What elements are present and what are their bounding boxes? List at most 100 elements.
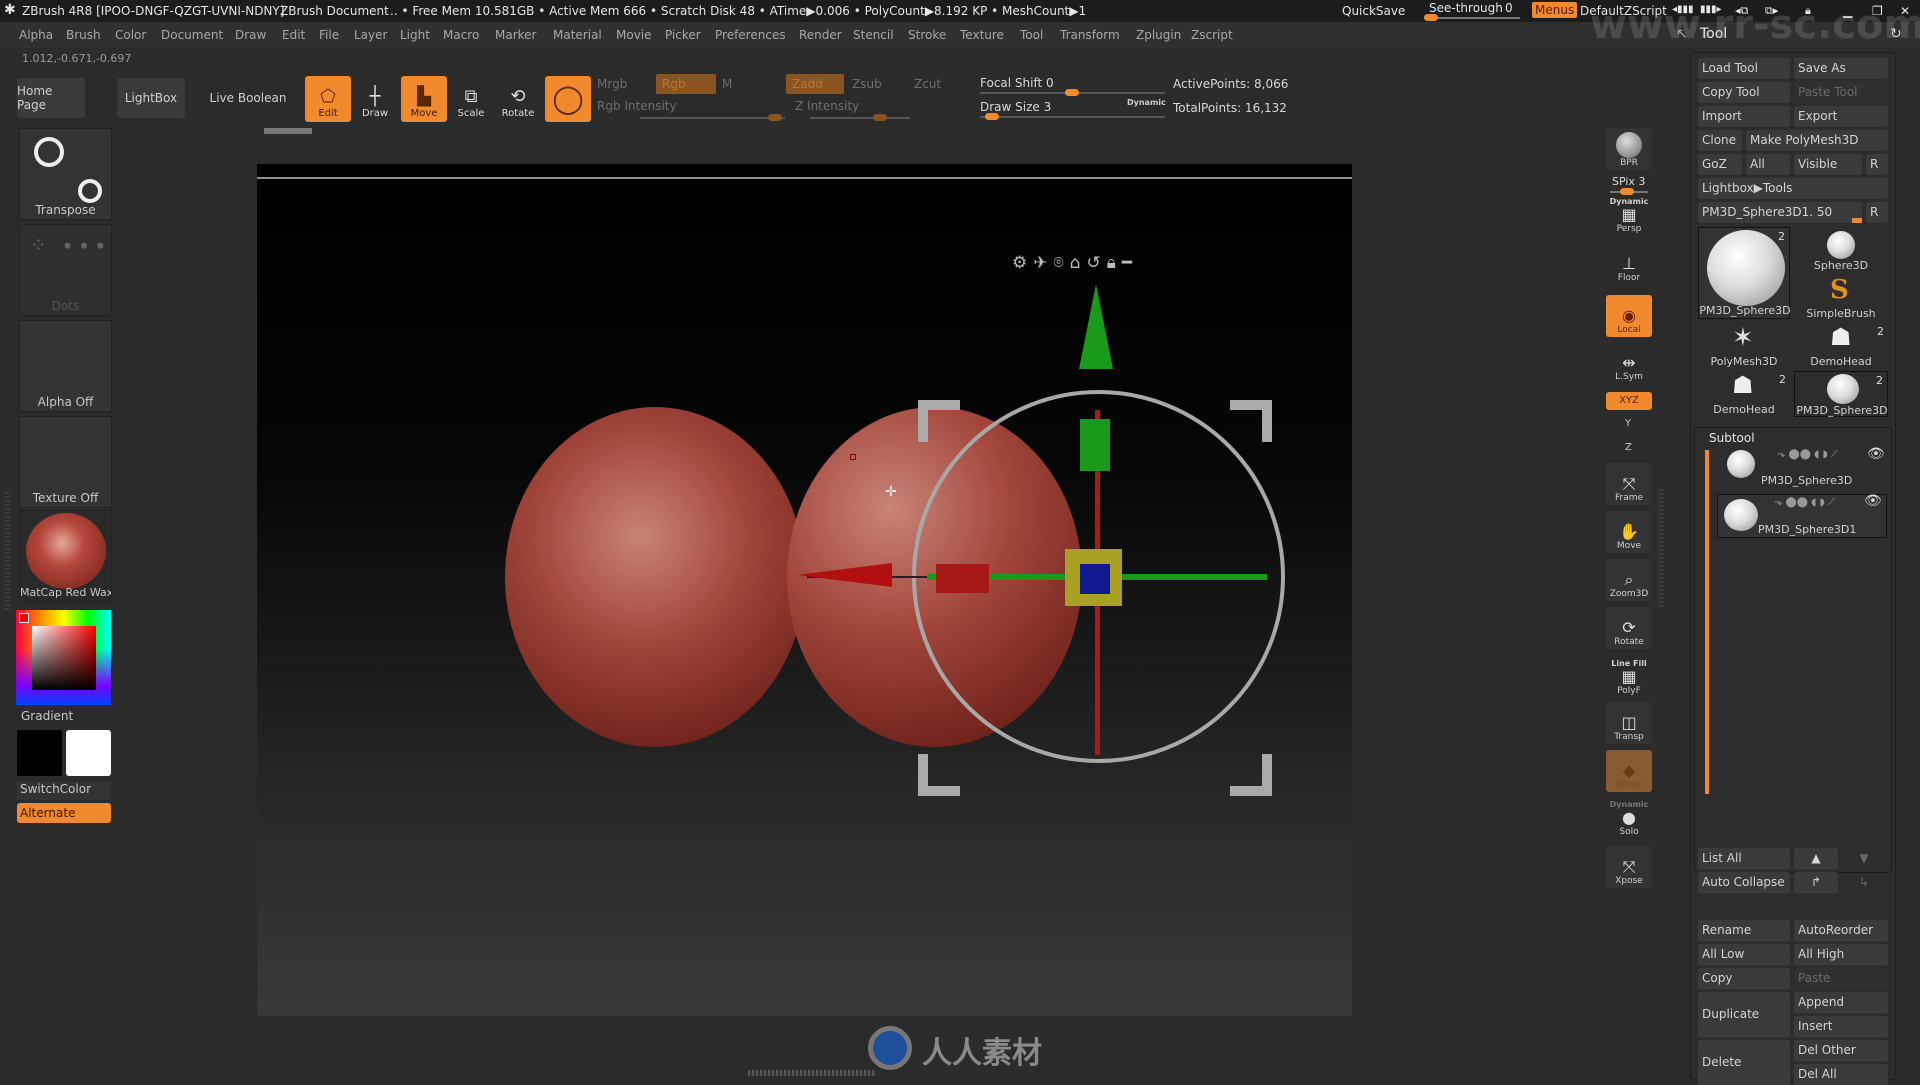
draw-size-knob[interactable] — [985, 113, 999, 120]
rotate-view-button[interactable]: ⟳ Rotate — [1606, 607, 1652, 649]
document-canvas[interactable]: ✛ ⚙✈⌾⌂↺🔒︎━ — [257, 164, 1352, 1016]
subtool-scrollbar[interactable] — [1705, 450, 1709, 794]
left-tray-handle[interactable] — [4, 490, 10, 610]
menu-layer[interactable]: Layer — [354, 28, 387, 42]
zsub-button[interactable]: Zsub — [852, 77, 882, 91]
gizmo-x-arrow-head[interactable] — [797, 563, 892, 587]
delete-button[interactable]: Delete — [1698, 1040, 1790, 1085]
gizmo-3d-button[interactable]: ◯ — [545, 76, 591, 122]
alpha-tile[interactable]: Alpha Off — [19, 320, 112, 412]
menu-light[interactable]: Light — [400, 28, 430, 42]
y-rotate-button[interactable]: Y — [1625, 418, 1631, 429]
menu-texture[interactable]: Texture — [960, 28, 1004, 42]
primary-color-swatch[interactable] — [17, 730, 62, 776]
lightbox-button[interactable]: LightBox — [117, 78, 185, 118]
draw-size-slider[interactable] — [980, 116, 1165, 118]
copy-tool-button[interactable]: Copy Tool — [1698, 82, 1790, 103]
xyz-rotate-button[interactable]: XYZ — [1606, 392, 1652, 410]
auto-reorder-button[interactable]: AutoReorder — [1794, 920, 1888, 941]
gizmo-center-blue[interactable] — [1080, 564, 1110, 594]
menu-color[interactable]: Color — [115, 28, 146, 42]
gizmo-x-scale-handle[interactable] — [936, 564, 989, 593]
menu-preferences[interactable]: Preferences — [715, 28, 786, 42]
del-other-button[interactable]: Del Other — [1794, 1040, 1888, 1061]
frame-button[interactable]: ⤧ Frame — [1606, 463, 1652, 505]
subtool-item[interactable]: ⬎ ⬤⬤ ◖ ◗ ⟋ 👁︎ PM3D_Sphere3D — [1717, 446, 1887, 490]
color-saturation-square[interactable] — [32, 626, 96, 690]
current-tool-slider[interactable]: PM3D_Sphere3D1. 50 — [1698, 202, 1862, 223]
tool-thumb-pm3d-sphere3d[interactable]: 2 PM3D_Sphere3D — [1698, 227, 1791, 319]
minus-icon[interactable]: ━ — [1122, 253, 1138, 273]
move-down-button[interactable]: ▼ — [1842, 848, 1886, 869]
toolbar-scrollbar[interactable] — [264, 128, 312, 134]
zcut-button[interactable]: Zcut — [914, 77, 941, 91]
menu-alpha[interactable]: Alpha — [19, 28, 53, 42]
xpose-button[interactable]: ⤧ Xpose — [1606, 846, 1652, 888]
menu-stroke[interactable]: Stroke — [908, 28, 946, 42]
move-up-button[interactable]: ▲ — [1794, 848, 1838, 869]
secondary-color-swatch[interactable] — [66, 730, 111, 776]
current-tool-slider-knob[interactable] — [1852, 218, 1862, 223]
see-through-knob[interactable] — [1424, 14, 1438, 21]
menu-macro[interactable]: Macro — [443, 28, 479, 42]
texture-tile[interactable]: Texture Off — [19, 416, 112, 508]
menu-file[interactable]: File — [319, 28, 339, 42]
z-rotate-button[interactable]: Z — [1625, 442, 1632, 453]
bpr-button[interactable]: BPR — [1606, 128, 1652, 170]
tool-thumb-demohead-2[interactable]: ☗ 2 DemoHead — [1698, 371, 1790, 417]
subtool-toggle-icons[interactable]: ⬎ ⬤⬤ ◖ ◗ ⟋ — [1774, 497, 1835, 508]
rgb-button[interactable]: Rgb — [656, 74, 716, 94]
goz-button[interactable]: GoZ — [1698, 154, 1742, 175]
rgb-intensity-knob[interactable] — [768, 114, 782, 121]
collapse-down-button[interactable]: ↳ — [1842, 872, 1886, 893]
all-high-button[interactable]: All High — [1794, 944, 1888, 965]
local-button[interactable]: ◉ Local — [1606, 295, 1652, 337]
m-button[interactable]: M — [722, 77, 732, 91]
move-button[interactable]: ▙ Move — [401, 76, 447, 122]
zadd-button[interactable]: Zadd — [786, 74, 844, 94]
load-tool-button[interactable]: Load Tool — [1698, 58, 1790, 79]
collapse-right-button[interactable]: ↱ — [1794, 872, 1838, 893]
ghost-button[interactable]: ◆ Ghost — [1606, 750, 1652, 792]
export-button[interactable]: Export — [1794, 106, 1888, 127]
copy-subtool-button[interactable]: Copy — [1698, 968, 1790, 989]
right-tray-handle[interactable] — [1658, 487, 1664, 607]
menu-brush[interactable]: Brush — [66, 28, 101, 42]
lock-icon[interactable]: 🔒︎ — [1107, 253, 1122, 273]
lightbox-tools-button[interactable]: Lightbox▶Tools — [1698, 178, 1888, 199]
bottom-tray-handle[interactable] — [748, 1070, 876, 1076]
focal-shift-knob[interactable] — [1065, 89, 1079, 96]
gradient-label[interactable]: Gradient — [21, 709, 73, 723]
switch-color-button[interactable]: SwitchColor — [17, 782, 111, 800]
alternate-button[interactable]: Alternate — [17, 803, 111, 823]
undo-icon[interactable]: ↺ — [1087, 253, 1107, 273]
edit-button[interactable]: ⬠ Edit — [305, 76, 351, 122]
menus-button[interactable]: Menus — [1532, 2, 1578, 18]
gizmo-y-arrow-head[interactable] — [1079, 284, 1113, 369]
all-low-button[interactable]: All Low — [1698, 944, 1790, 965]
tool-thumb-pm3d-sphere3d-2[interactable]: 2 PM3D_Sphere3D — [1794, 371, 1888, 417]
gear-icon[interactable]: ⚙ — [1012, 253, 1033, 273]
import-button[interactable]: Import — [1698, 106, 1790, 127]
menu-zplugin[interactable]: Zplugin — [1136, 28, 1181, 42]
auto-collapse-button[interactable]: Auto Collapse — [1698, 872, 1790, 893]
subtool-toggle-icons[interactable]: ⬎ ⬤⬤ ◖ ◗ ⟋ — [1777, 449, 1838, 460]
zoom3d-button[interactable]: ⌕ Zoom3D — [1606, 559, 1652, 601]
save-as-button[interactable]: Save As — [1794, 58, 1888, 79]
tool-thumb-demohead-1[interactable]: ☗ 2 DemoHead — [1794, 323, 1888, 369]
spix-label[interactable]: SPix 3 — [1612, 175, 1645, 188]
polyf-button[interactable]: Line Fill ▦ PolyF — [1606, 656, 1652, 698]
goz-visible-button[interactable]: Visible — [1794, 154, 1862, 175]
tool-thumb-polymesh3d[interactable]: ✶ PolyMesh3D — [1698, 323, 1790, 369]
menu-zscript[interactable]: Zscript — [1191, 28, 1233, 42]
menu-tool[interactable]: Tool — [1020, 28, 1043, 42]
gizmo-y-scale-handle[interactable] — [1080, 419, 1110, 471]
eye-icon[interactable]: 👁︎ — [1867, 446, 1885, 462]
scale-button[interactable]: ⧉ Scale — [448, 76, 494, 122]
move-view-button[interactable]: ✋ Move — [1606, 511, 1652, 553]
menu-stencil[interactable]: Stencil — [853, 28, 894, 42]
z-intensity-slider[interactable] — [810, 117, 910, 119]
z-intensity-knob[interactable] — [873, 114, 887, 121]
duplicate-button[interactable]: Duplicate — [1698, 992, 1790, 1037]
eye-icon[interactable]: 👁︎ — [1864, 493, 1882, 509]
